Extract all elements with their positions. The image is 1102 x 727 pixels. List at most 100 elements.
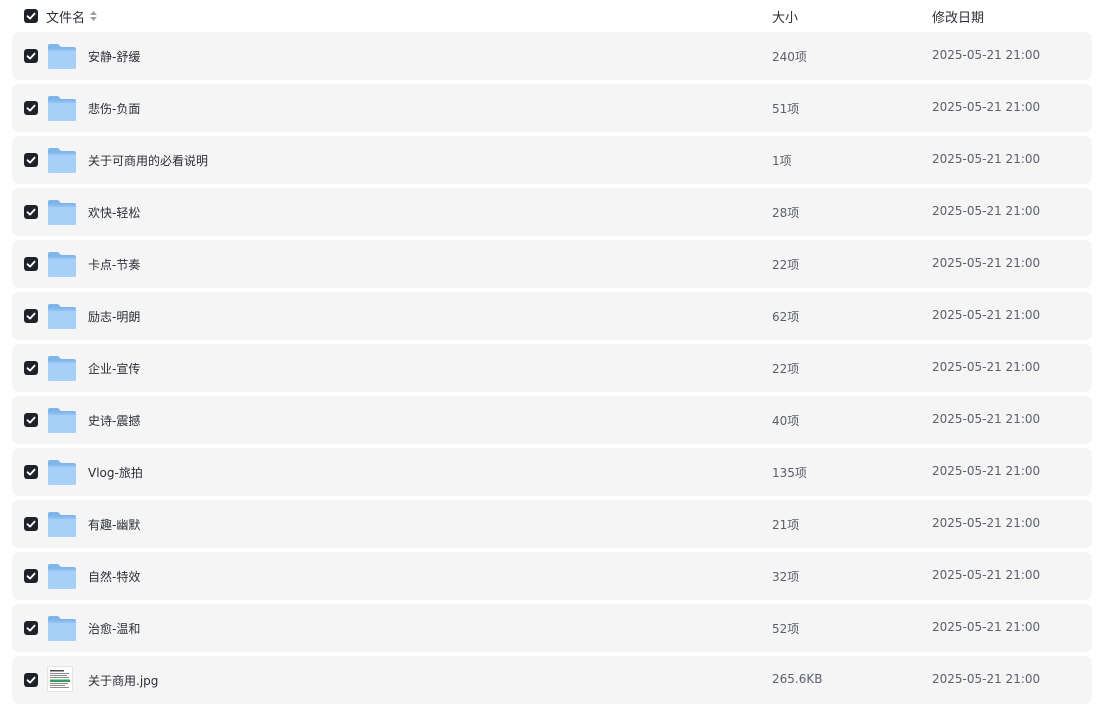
file-name[interactable]: 治愈-温和	[88, 620, 140, 637]
folder-icon	[47, 354, 77, 382]
file-name[interactable]: 励志-明朗	[88, 308, 140, 325]
file-size: 22项	[772, 362, 800, 376]
folder-row[interactable]: 励志-明朗 62项 2025-05-21 21:00	[12, 292, 1092, 340]
file-name[interactable]: 关于商用.jpg	[88, 672, 158, 689]
checkmark-icon	[26, 156, 36, 164]
file-modified-date: 2025-05-21 21:00	[932, 204, 1041, 218]
folder-row[interactable]: 治愈-温和 52项 2025-05-21 21:00	[12, 604, 1092, 652]
folder-row[interactable]: 有趣-幽默 21项 2025-05-21 21:00	[12, 500, 1092, 548]
folder-row[interactable]: Vlog-旅拍 135项 2025-05-21 21:00	[12, 448, 1092, 496]
file-modified-date: 2025-05-21 21:00	[932, 360, 1041, 374]
folder-row[interactable]: 欢快-轻松 28项 2025-05-21 21:00	[12, 188, 1092, 236]
file-size: 40项	[772, 414, 800, 428]
file-list: 安静-舒缓 240项 2025-05-21 21:00 悲伤-负面 51项 2025-05…	[12, 32, 1092, 708]
file-name[interactable]: 悲伤-负面	[88, 100, 140, 117]
checkmark-icon	[26, 468, 36, 476]
row-checkbox[interactable]	[24, 569, 38, 583]
file-name[interactable]: 关于可商用的必看说明	[88, 152, 208, 169]
file-modified-date: 2025-05-21 21:00	[932, 464, 1041, 478]
folder-row[interactable]: 关于可商用的必看说明 1项 2025-05-21 21:00	[12, 136, 1092, 184]
row-checkbox[interactable]	[24, 621, 38, 635]
folder-icon	[47, 510, 77, 538]
folder-icon	[47, 302, 77, 330]
file-size: 32项	[772, 570, 800, 584]
checkmark-icon	[26, 12, 36, 20]
file-modified-date: 2025-05-21 21:00	[932, 568, 1041, 582]
row-checkbox[interactable]	[24, 309, 38, 323]
file-modified-date: 2025-05-21 21:00	[932, 48, 1041, 62]
file-modified-date: 2025-05-21 21:00	[932, 100, 1041, 114]
checkmark-icon	[26, 416, 36, 424]
file-size: 62项	[772, 310, 800, 324]
checkmark-icon	[26, 312, 36, 320]
file-size: 135项	[772, 466, 807, 480]
file-size: 240项	[772, 50, 807, 64]
file-list-view: 文件名 大小 修改日期 安静-舒缓 240项 2025-05-21 21:00 悲伤-…	[0, 0, 1102, 727]
column-header-size[interactable]: 大小	[772, 7, 798, 26]
select-all-checkbox[interactable]	[24, 9, 38, 23]
folder-row[interactable]: 安静-舒缓 240项 2025-05-21 21:00	[12, 32, 1092, 80]
checkmark-icon	[26, 104, 36, 112]
file-modified-date: 2025-05-21 21:00	[932, 620, 1041, 634]
column-header-name[interactable]: 文件名	[46, 7, 85, 26]
row-checkbox[interactable]	[24, 413, 38, 427]
file-modified-date: 2025-05-21 21:00	[932, 516, 1041, 530]
checkmark-icon	[26, 260, 36, 268]
file-name[interactable]: 安静-舒缓	[88, 48, 140, 65]
row-checkbox[interactable]	[24, 205, 38, 219]
folder-icon	[47, 146, 77, 174]
file-name[interactable]: Vlog-旅拍	[88, 464, 143, 481]
image-thumbnail-icon	[47, 666, 77, 694]
file-size: 51项	[772, 102, 800, 116]
row-checkbox[interactable]	[24, 257, 38, 271]
file-list-header: 文件名 大小 修改日期	[0, 0, 1102, 32]
folder-row[interactable]: 企业-宣传 22项 2025-05-21 21:00	[12, 344, 1092, 392]
file-modified-date: 2025-05-21 21:00	[932, 256, 1041, 270]
folder-icon	[47, 198, 77, 226]
file-size: 265.6KB	[772, 672, 823, 686]
file-size: 22项	[772, 258, 800, 272]
folder-icon	[47, 614, 77, 642]
row-checkbox[interactable]	[24, 101, 38, 115]
file-modified-date: 2025-05-21 21:00	[932, 152, 1041, 166]
row-checkbox[interactable]	[24, 465, 38, 479]
file-size: 1项	[772, 154, 792, 168]
row-checkbox[interactable]	[24, 673, 38, 687]
folder-icon	[47, 94, 77, 122]
file-modified-date: 2025-05-21 21:00	[932, 412, 1041, 426]
file-name[interactable]: 有趣-幽默	[88, 516, 140, 533]
file-size: 28项	[772, 206, 800, 220]
file-modified-date: 2025-05-21 21:00	[932, 308, 1041, 322]
folder-row[interactable]: 悲伤-负面 51项 2025-05-21 21:00	[12, 84, 1092, 132]
checkmark-icon	[26, 624, 36, 632]
checkmark-icon	[26, 520, 36, 528]
sort-icon[interactable]	[89, 9, 98, 23]
checkmark-icon	[26, 364, 36, 372]
file-name[interactable]: 欢快-轻松	[88, 204, 140, 221]
file-modified-date: 2025-05-21 21:00	[932, 672, 1041, 686]
folder-row[interactable]: 史诗-震撼 40项 2025-05-21 21:00	[12, 396, 1092, 444]
row-checkbox[interactable]	[24, 153, 38, 167]
folder-row[interactable]: 自然-特效 32项 2025-05-21 21:00	[12, 552, 1092, 600]
checkmark-icon	[26, 52, 36, 60]
checkmark-icon	[26, 572, 36, 580]
checkmark-icon	[26, 208, 36, 216]
file-name[interactable]: 自然-特效	[88, 568, 140, 585]
column-header-modified[interactable]: 修改日期	[932, 7, 984, 26]
row-checkbox[interactable]	[24, 517, 38, 531]
row-checkbox[interactable]	[24, 361, 38, 375]
folder-icon	[47, 562, 77, 590]
folder-row[interactable]: 卡点-节奏 22项 2025-05-21 21:00	[12, 240, 1092, 288]
file-size: 52项	[772, 622, 800, 636]
file-row[interactable]: 关于商用.jpg 265.6KB 2025-05-21 21:00	[12, 656, 1092, 704]
checkmark-icon	[26, 676, 36, 684]
row-checkbox[interactable]	[24, 49, 38, 63]
file-name[interactable]: 卡点-节奏	[88, 256, 140, 273]
file-name[interactable]: 企业-宣传	[88, 360, 140, 377]
file-name[interactable]: 史诗-震撼	[88, 412, 140, 429]
folder-icon	[47, 42, 77, 70]
folder-icon	[47, 406, 77, 434]
file-size: 21项	[772, 518, 800, 532]
folder-icon	[47, 458, 77, 486]
folder-icon	[47, 250, 77, 278]
